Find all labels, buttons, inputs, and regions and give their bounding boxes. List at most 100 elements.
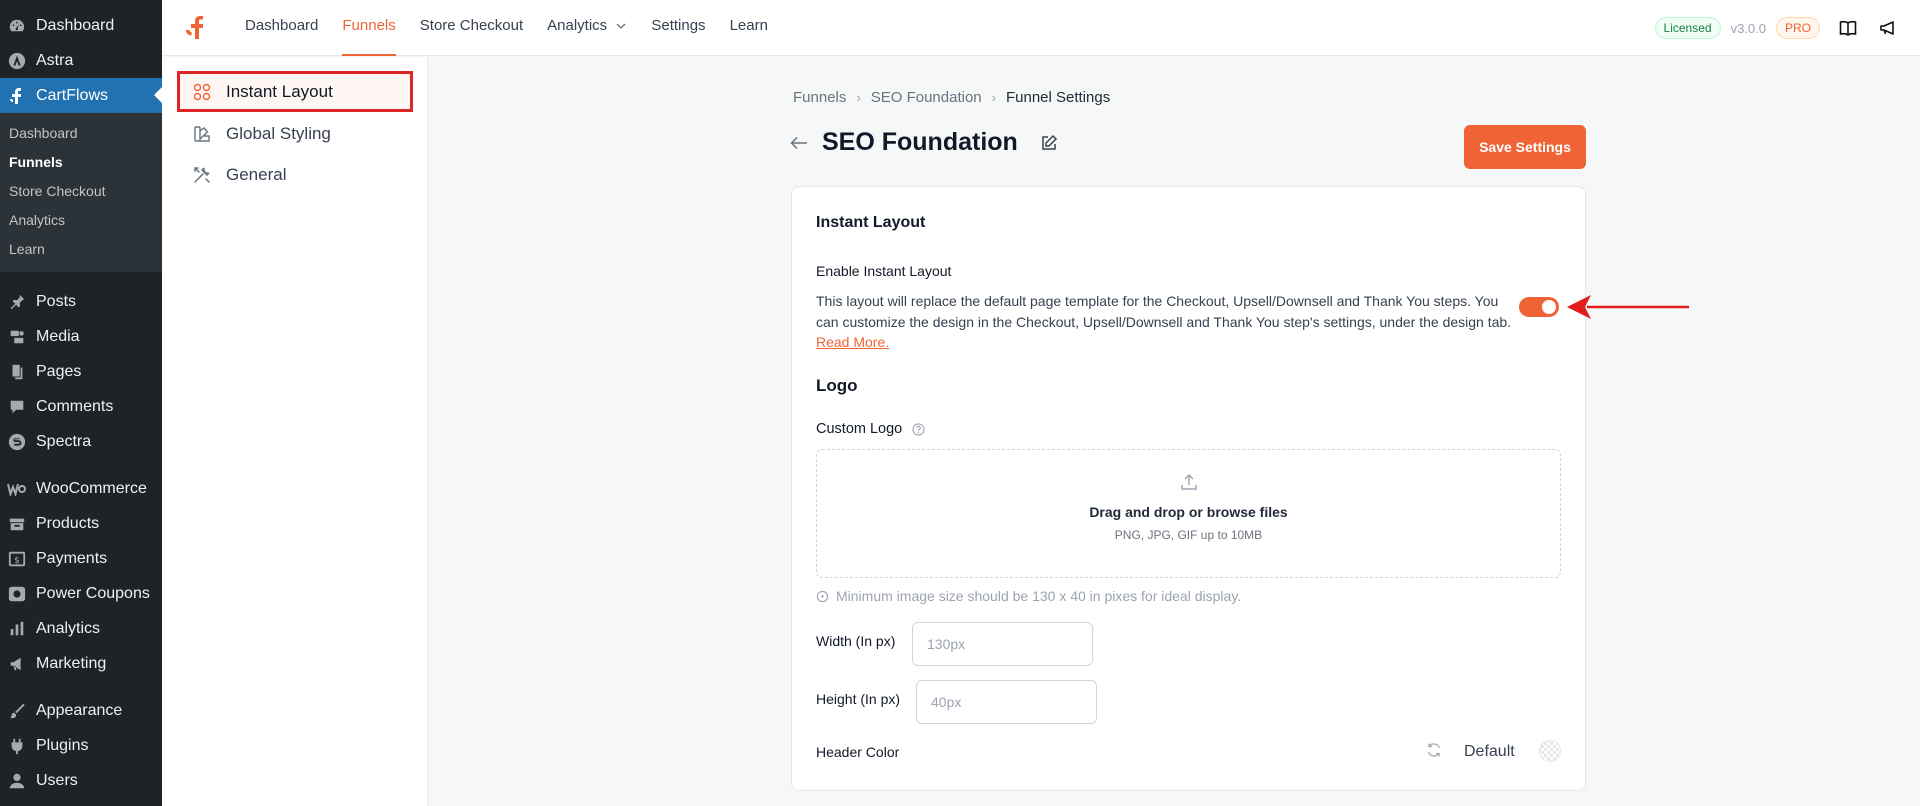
- wp-menu-label: Comments: [36, 397, 114, 415]
- header-color-value: Default: [1464, 743, 1515, 760]
- upload-icon: [1180, 474, 1197, 490]
- nav-funnels[interactable]: Funnels: [330, 0, 407, 56]
- book-icon[interactable]: [1836, 16, 1860, 40]
- wp-menu-posts[interactable]: Posts: [0, 284, 162, 319]
- breadcrumb: Funnels › SEO Foundation › Funnel Settin…: [793, 89, 1110, 106]
- dropzone-subtitle: PNG, JPG, GIF up to 10MB: [1114, 528, 1263, 542]
- plug-icon: [6, 735, 28, 757]
- wp-menu-plugins[interactable]: Plugins: [0, 728, 162, 763]
- grid-icon: [192, 82, 212, 102]
- read-more-link[interactable]: Read More.: [816, 334, 889, 350]
- edit-icon[interactable]: [1040, 133, 1060, 153]
- wp-menu-marketing[interactable]: Marketing: [0, 646, 162, 681]
- breadcrumb-funnels[interactable]: Funnels: [793, 89, 846, 106]
- note-text: Minimum image size should be 130 x 40 in…: [836, 588, 1242, 604]
- enable-instant-layout-label: Enable Instant Layout: [816, 263, 952, 279]
- color-picker-swatch[interactable]: [1539, 740, 1561, 762]
- cartflows-topbar: Dashboard Funnels Store Checkout Analyti…: [162, 0, 1920, 56]
- chevron-right-icon: ›: [856, 90, 861, 105]
- toggle-knob: [1542, 300, 1556, 314]
- wp-menu-label: Pages: [36, 362, 82, 380]
- cartflows-icon: [6, 85, 28, 107]
- brush-icon: [6, 700, 28, 722]
- save-settings-button[interactable]: Save Settings: [1464, 125, 1586, 169]
- submenu-dashboard[interactable]: Dashboard: [0, 119, 162, 148]
- settings-menu-instant-layout[interactable]: Instant Layout: [177, 71, 413, 112]
- comments-icon: [6, 396, 28, 418]
- wp-menu-power-coupons[interactable]: Power Coupons: [0, 576, 162, 611]
- page-title: SEO Foundation: [822, 128, 1018, 156]
- wp-menu-payments[interactable]: $ Payments: [0, 541, 162, 576]
- custom-logo-label-text: Custom Logo: [816, 421, 903, 437]
- wp-menu-label: Appearance: [36, 701, 123, 719]
- wp-menu-label: Users: [36, 771, 78, 789]
- wp-menu-analytics[interactable]: Analytics: [0, 611, 162, 646]
- top-navigation: Dashboard Funnels Store Checkout Analyti…: [233, 0, 780, 56]
- wp-menu-label: Analytics: [36, 619, 101, 637]
- megaphone-icon[interactable]: [1876, 16, 1900, 40]
- nav-learn[interactable]: Learn: [718, 0, 780, 56]
- tools-icon: [192, 165, 212, 185]
- red-arrow-annotation: [1567, 295, 1689, 319]
- nav-dashboard[interactable]: Dashboard: [233, 0, 330, 56]
- wp-menu-media[interactable]: Media: [0, 319, 162, 354]
- chevron-down-icon: [616, 23, 626, 29]
- custom-logo-label: Custom Logo: [816, 421, 925, 437]
- wp-menu-woocommerce[interactable]: WooCommerce: [0, 471, 162, 506]
- wp-menu-pages[interactable]: Pages: [0, 354, 162, 389]
- settings-menu-global-styling[interactable]: Global Styling: [177, 113, 413, 154]
- settings-menu-label: General: [226, 164, 287, 184]
- header-color-label: Header Color: [816, 744, 900, 760]
- wp-admin-sidebar: Dashboard Astra CartFlows Dashboard Funn…: [0, 0, 162, 806]
- wp-menu-label: Posts: [36, 292, 77, 310]
- wp-menu-comments[interactable]: Comments: [0, 389, 162, 424]
- submenu-learn[interactable]: Learn: [0, 235, 162, 264]
- wp-menu-label: Plugins: [36, 736, 89, 754]
- nav-settings[interactable]: Settings: [639, 0, 717, 56]
- licensed-badge: Licensed: [1654, 17, 1721, 39]
- submenu-store-checkout[interactable]: Store Checkout: [0, 177, 162, 206]
- megaphone-icon: [6, 653, 28, 675]
- submenu-funnels[interactable]: Funnels: [0, 148, 162, 177]
- settings-menu: Instant Layout Global Styling General: [162, 57, 428, 806]
- wp-menu-label: Spectra: [36, 432, 92, 450]
- svg-text:$: $: [14, 556, 20, 566]
- coupons-icon: [6, 583, 28, 605]
- arrow-left-icon[interactable]: [790, 133, 810, 153]
- chevron-right-icon: ›: [991, 90, 996, 105]
- submenu-analytics[interactable]: Analytics: [0, 206, 162, 235]
- topbar-right: Licensed v3.0.0 PRO: [1654, 16, 1900, 40]
- wp-menu-dashboard[interactable]: Dashboard: [0, 8, 162, 43]
- help-icon[interactable]: [912, 423, 925, 436]
- reset-icon[interactable]: [1426, 742, 1442, 758]
- nav-store-checkout[interactable]: Store Checkout: [408, 0, 535, 56]
- wp-menu-label: Media: [36, 327, 80, 345]
- spectra-icon: [6, 431, 28, 453]
- wp-menu-astra[interactable]: Astra: [0, 43, 162, 78]
- cartflows-logo[interactable]: [182, 13, 212, 43]
- woocommerce-icon: [6, 478, 28, 500]
- width-label: Width (In px): [816, 633, 896, 649]
- enable-instant-layout-toggle[interactable]: [1519, 297, 1559, 317]
- wp-menu-products[interactable]: Products: [0, 506, 162, 541]
- height-input[interactable]: [916, 680, 1097, 724]
- breadcrumb-current: Funnel Settings: [1005, 89, 1111, 106]
- height-label: Height (In px): [816, 691, 901, 707]
- media-icon: [6, 326, 28, 348]
- breadcrumb-funnel-name[interactable]: SEO Foundation: [871, 89, 982, 106]
- nav-analytics[interactable]: Analytics: [535, 0, 639, 56]
- cartflows-submenu: Dashboard Funnels Store Checkout Analyti…: [0, 113, 162, 272]
- settings-menu-label: Global Styling: [226, 123, 331, 143]
- astra-icon: [6, 50, 28, 72]
- wp-menu-appearance[interactable]: Appearance: [0, 693, 162, 728]
- card-title: Instant Layout: [816, 214, 926, 231]
- wp-menu-users[interactable]: Users: [0, 763, 162, 798]
- wp-menu-cartflows[interactable]: CartFlows: [0, 78, 162, 113]
- analytics-icon: [6, 618, 28, 640]
- width-input[interactable]: [912, 622, 1093, 666]
- settings-menu-general[interactable]: General: [177, 154, 413, 195]
- logo-dropzone[interactable]: Drag and drop or browse files PNG, JPG, …: [816, 449, 1561, 578]
- description-text: This layout will replace the default pag…: [816, 293, 1512, 330]
- wp-menu-spectra[interactable]: Spectra: [0, 424, 162, 459]
- wp-menu-label: Marketing: [36, 654, 107, 672]
